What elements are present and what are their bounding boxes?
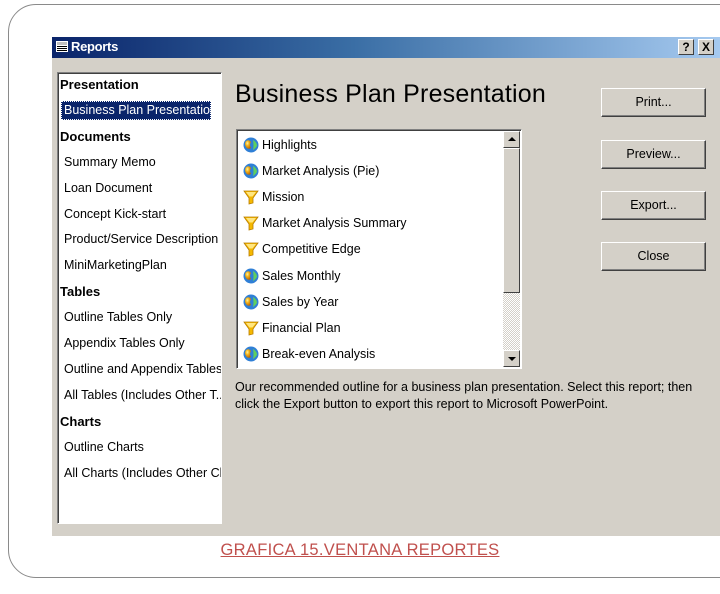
outline-item[interactable]: Sales by Year (243, 291, 338, 313)
window-title: Reports (71, 39, 119, 54)
outline-item-label: Sales by Year (262, 294, 339, 309)
outline-item-label: Sales Monthly (262, 268, 341, 283)
scroll-up-button[interactable] (503, 131, 520, 148)
report-list-item[interactable]: Appendix Tables Only (64, 334, 185, 353)
report-list-item[interactable]: Outline Charts (64, 438, 144, 457)
report-list-item[interactable]: All Tables (Includes Other T... (64, 386, 221, 405)
report-list-item[interactable]: Outline Tables Only (64, 308, 172, 327)
scroll-thumb[interactable] (503, 148, 520, 293)
window-close-button[interactable]: X (698, 39, 714, 55)
outline-item-label: Highlights (262, 138, 317, 152)
outline-scrollbar[interactable] (503, 131, 520, 367)
title-bar[interactable]: Reports ? X (52, 37, 720, 58)
report-list-item[interactable]: Product/Service Description (64, 230, 218, 249)
arrow-up-icon (508, 137, 516, 141)
globe-icon (243, 346, 259, 362)
funnel-icon (243, 189, 259, 205)
report-category-list[interactable]: Presentation Business Plan Presentation Do… (57, 72, 222, 524)
preview-button[interactable]: Preview... (601, 140, 706, 169)
report-description: Our recommended outline for a business p… (235, 380, 693, 411)
outline-item[interactable]: Mission (243, 186, 304, 208)
outline-item-label: Market Analysis (Pie) (262, 164, 380, 179)
close-button[interactable]: Close (601, 242, 706, 271)
outline-item[interactable]: Sales Monthly (243, 265, 341, 287)
figure-caption: GRAFICA 15.VENTANA REPORTES (220, 541, 500, 559)
report-list-item[interactable]: Concept Kick-start (64, 205, 166, 224)
outline-item[interactable]: Competitive Edge (243, 238, 361, 260)
report-list-item[interactable]: Outline and Appendix Tables (64, 360, 221, 379)
help-button[interactable]: ? (678, 39, 694, 55)
category-header[interactable]: Presentation (60, 75, 139, 94)
category-header[interactable]: Charts (60, 412, 101, 431)
outline-item-label: Financial Plan (262, 320, 341, 335)
globe-icon (243, 268, 259, 284)
arrow-down-icon (508, 357, 516, 361)
report-heading: Business Plan Presentation (235, 80, 546, 108)
globe-icon (243, 137, 259, 153)
outline-item-label: Market Analysis Summary (262, 216, 407, 231)
export-button[interactable]: Export... (601, 191, 706, 220)
report-outline-list[interactable]: Break-even Analysis Financial Plan Sales b… (236, 129, 522, 369)
report-list-item[interactable]: Loan Document (64, 179, 152, 198)
reports-window-icon (56, 41, 68, 52)
outline-item-label: Break-even Analysis (262, 346, 376, 361)
outline-item[interactable]: Highlights (243, 134, 317, 156)
scroll-down-button[interactable] (503, 350, 520, 367)
globe-icon (243, 294, 259, 310)
category-header[interactable]: Tables (60, 282, 100, 301)
outline-item[interactable]: Break-even Analysis (243, 343, 375, 365)
funnel-icon (243, 215, 259, 231)
print-button[interactable]: Print... (601, 88, 706, 117)
outline-item[interactable]: Financial Plan (243, 317, 341, 339)
report-list-item[interactable]: All Charts (Includes Other Ch... (64, 464, 221, 483)
outline-item[interactable]: Market Analysis (Pie) (243, 160, 379, 182)
report-list-item[interactable]: MiniMarketingPlan (64, 256, 167, 275)
category-header[interactable]: Documents (60, 127, 131, 146)
report-list-item[interactable]: Summary Memo (64, 153, 156, 172)
outline-item-label: Competitive Edge (262, 242, 361, 257)
globe-icon (243, 163, 259, 179)
funnel-icon (243, 241, 259, 257)
report-list-item[interactable]: Business Plan Presentation (61, 100, 217, 120)
outline-item-label: Mission (262, 190, 305, 205)
reports-dialog: Reports ? X Presentation Business Plan Pr… (51, 37, 720, 536)
funnel-icon (243, 320, 259, 336)
outline-item[interactable]: Market Analysis Summary (243, 212, 406, 234)
